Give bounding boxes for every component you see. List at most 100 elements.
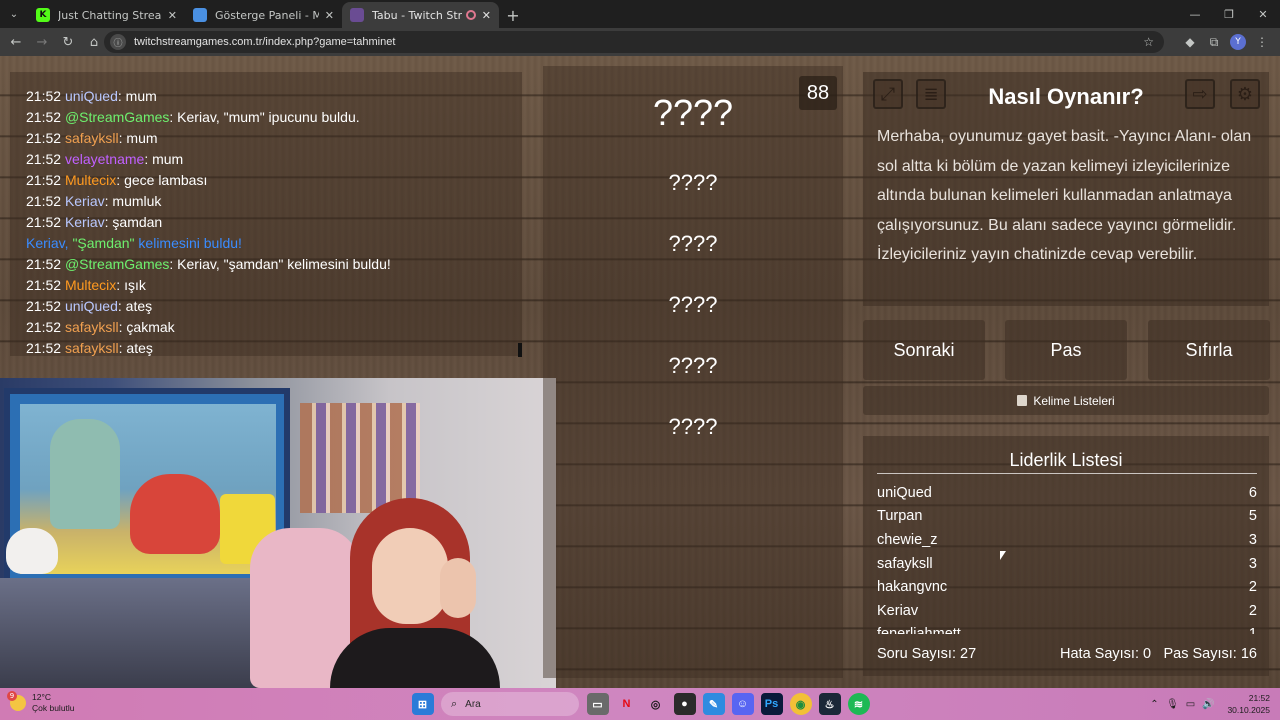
chat-message: 21:52 Multecix: gece lambası — [10, 170, 522, 191]
tab-favicon-icon — [193, 8, 207, 22]
webcam-shelf — [0, 578, 260, 688]
chat-username[interactable]: safayksll — [65, 340, 119, 356]
chat-text: : şamdan — [104, 214, 163, 230]
profile-avatar[interactable]: Y — [1226, 30, 1250, 54]
tab-close-icon[interactable]: ✕ — [168, 9, 177, 22]
tab-search-button[interactable]: ⌄ — [0, 0, 28, 28]
chat-username[interactable]: Keriav — [65, 193, 105, 209]
chat-timestamp: 21:52 — [26, 172, 62, 188]
chat-text: : mum — [117, 88, 157, 104]
tab-strip: ⌄ KJust Chatting Streaming - Live S✕Göst… — [0, 0, 1280, 28]
leaderboard-name: fenerliahmett — [877, 626, 961, 634]
weather-widget[interactable]: 9 12°C Çok bulutlu — [7, 691, 75, 714]
volume-icon[interactable]: 🔊 — [1199, 699, 1217, 710]
chat-timestamp: 21:52 — [26, 277, 62, 293]
steam-icon[interactable]: ♨ — [818, 693, 841, 715]
restore-button[interactable]: ❐ — [1212, 0, 1246, 28]
site-info-icon[interactable]: ⓘ — [110, 34, 126, 50]
browser-menu-icon[interactable]: ⋮ — [1250, 30, 1274, 54]
chat-username[interactable]: Keriav, — [26, 235, 72, 251]
browser-toolbar: ← → ↻ ⌂ ⓘ twitchstreamgames.com.tr/index… — [0, 28, 1280, 56]
chat-message: 21:52 safayksll: mum — [10, 128, 522, 149]
webcam-photo-wall — [300, 403, 420, 513]
how-to-play-title: Nasıl Oynanır? — [988, 84, 1144, 109]
chat-message: 21:52 @StreamGames: Keriav, "mum" ipucun… — [10, 107, 522, 128]
chrome-icon[interactable]: ◉ — [789, 693, 812, 715]
leaderboard-row: safayksll 3 — [877, 552, 1257, 576]
chat-username[interactable]: Keriav — [65, 214, 105, 230]
chat-timestamp: 21:52 — [26, 130, 62, 146]
discord-icon[interactable]: ☺ — [731, 693, 754, 715]
forward-button[interactable]: → — [30, 30, 54, 54]
chat-timestamp: 21:52 — [26, 193, 62, 209]
clock[interactable]: 21:52 30.10.2025 — [1227, 692, 1270, 716]
tab-close-icon[interactable]: ✕ — [482, 9, 491, 22]
webcam-overlay — [0, 378, 556, 688]
netflix-icon[interactable]: N — [616, 693, 638, 715]
minimize-button[interactable]: — — [1178, 0, 1212, 28]
game-page: 21:52 uniQued: mum 21:52 @StreamGames: Ke… — [0, 56, 1280, 688]
app-icon[interactable]: ● — [673, 693, 696, 715]
chat-text: : gece lambası — [116, 172, 208, 188]
browser-tab[interactable]: Tabu - Twitch Stream Games ✕ — [342, 2, 499, 28]
taboo-word: ???? — [668, 170, 718, 195]
editor-icon[interactable]: ✎ — [702, 693, 725, 715]
chat-highlight-word: "Şamdan" — [72, 235, 135, 251]
chat-scrollbar[interactable] — [518, 343, 522, 357]
network-icon[interactable]: ▭ — [1181, 699, 1199, 710]
leaderboard-name: chewie_z — [877, 531, 938, 548]
close-window-button[interactable]: ✕ — [1246, 0, 1280, 28]
obs-icon[interactable]: ◎ — [645, 693, 667, 715]
new-tab-button[interactable]: + — [499, 2, 527, 28]
leaderboard-title: Liderlik Listesi — [1009, 450, 1123, 470]
url-text[interactable]: twitchstreamgames.com.tr/index.php?game=… — [134, 36, 395, 48]
reload-button[interactable]: ↻ — [56, 30, 80, 54]
taboo-word: ???? — [668, 414, 718, 439]
extension-icon[interactable]: ◆ — [1178, 30, 1202, 54]
address-bar[interactable]: ⓘ twitchstreamgames.com.tr/index.php?gam… — [104, 31, 1164, 53]
leaderboard-score: 3 — [1248, 555, 1257, 572]
task-view-icon[interactable]: ▭ — [586, 693, 609, 715]
leaderboard-name: Keriav — [877, 602, 919, 619]
leaderboard-name: safayksll — [877, 555, 933, 572]
pass-button[interactable]: Pas — [1005, 320, 1127, 380]
chat-username[interactable]: Multecix — [65, 172, 116, 188]
leaderboard-list[interactable]: uniQued 6 Turpan 5 chewie_z 3 safayksll 3 hakang… — [877, 481, 1257, 634]
chat-username[interactable]: safayksll — [65, 319, 119, 335]
spotify-icon[interactable]: ≋ — [847, 693, 870, 715]
next-button[interactable]: Sonraki — [863, 320, 985, 380]
word-lists-button[interactable]: Kelime Listeleri — [863, 386, 1269, 415]
bookmark-star-icon[interactable]: ☆ — [1143, 35, 1154, 49]
webcam-streamer — [330, 498, 500, 688]
chat-username[interactable]: uniQued — [65, 298, 118, 314]
browser-tab[interactable]: Gösterge Paneli - MissXss AI Bo ✕ — [185, 2, 342, 28]
browser-tab[interactable]: K Just Chatting Streaming - Live S ✕ — [28, 2, 185, 28]
chat-timestamp: 21:52 — [26, 256, 62, 272]
microphone-icon[interactable]: 🎙 — [1163, 699, 1181, 710]
chat-message: 21:52 velayetname: mum — [10, 149, 522, 170]
reset-button[interactable]: Sıfırla — [1148, 320, 1270, 380]
chat-username[interactable]: @StreamGames — [65, 109, 169, 125]
chat-username[interactable]: @StreamGames — [65, 256, 169, 272]
chat-text: kelimesini buldu! — [134, 235, 242, 251]
taskbar-search[interactable]: ⌕ Ara — [441, 692, 579, 716]
error-count: Hata Sayısı: 0 — [1060, 646, 1152, 662]
chat-username[interactable]: uniQued — [65, 88, 118, 104]
chat-timestamp: 21:52 — [26, 298, 62, 314]
chat-username[interactable]: safayksll — [65, 130, 119, 146]
leaderboard-row: Keriav 2 — [877, 599, 1257, 623]
tab-title: Just Chatting Streaming - Live S — [58, 8, 162, 22]
tab-close-icon[interactable]: ✕ — [325, 9, 334, 22]
chat-text: : mum — [118, 130, 158, 146]
home-button[interactable]: ⌂ — [82, 30, 106, 54]
question-count: Soru Sayısı: 27 — [877, 646, 977, 662]
chat-username[interactable]: velayetname — [65, 151, 144, 167]
start-windows-icon[interactable]: ⊞ — [411, 693, 434, 715]
leaderboard-score: 2 — [1248, 602, 1257, 619]
recording-icon — [465, 10, 476, 20]
photoshop-icon[interactable]: Ps — [760, 693, 783, 715]
chat-username[interactable]: Multecix — [65, 277, 116, 293]
extensions-puzzle-icon[interactable]: ⧉ — [1202, 30, 1226, 54]
back-button[interactable]: ← — [4, 30, 28, 54]
tray-chevron-icon[interactable]: ⌃ — [1145, 699, 1163, 710]
